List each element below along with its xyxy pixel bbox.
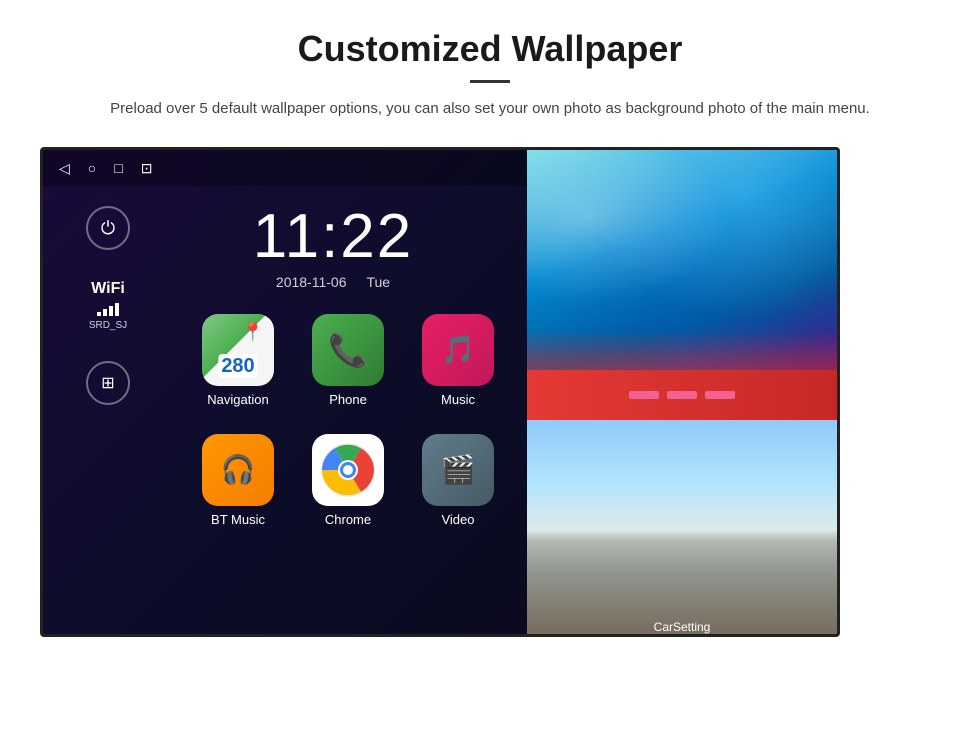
music-icon: 🎵 [441, 333, 476, 366]
title-divider [470, 80, 510, 83]
ice-overlay [527, 330, 837, 370]
music-icon-bg: 🎵 [422, 314, 494, 386]
app-music[interactable]: 🎵 Music [403, 300, 513, 420]
carsetting-label: CarSetting [654, 620, 711, 634]
video-label: Video [441, 512, 474, 527]
chrome-logo-svg [320, 442, 376, 498]
wallpaper-bar [527, 370, 837, 420]
clock-date-value: 2018-11-06 [276, 274, 347, 290]
video-icon: 🎬 [441, 453, 476, 486]
wallpaper-bridge[interactable]: CarSetting [527, 420, 837, 637]
wifi-label: WiFi [89, 280, 127, 298]
app-grid: 280 📍 Navigation 📞 Phone 🎵 Music [173, 290, 523, 550]
music-label: Music [441, 392, 475, 407]
nav-road-sign: 280 [218, 354, 257, 378]
phone-icon: 📞 [328, 331, 368, 369]
phone-icon-bg: 📞 [312, 314, 384, 386]
wifi-network-name: SRD_SJ [89, 320, 127, 331]
nav-buttons: ◁ ○ □ ⊡ [59, 160, 152, 177]
all-apps-button[interactable]: ⊞ [86, 361, 130, 405]
grid-icon: ⊞ [101, 373, 114, 393]
page-description: Preload over 5 default wallpaper options… [100, 97, 880, 121]
clock-date: 2018-11-06 Tue [193, 274, 473, 290]
power-button[interactable]: ⏻ [86, 206, 130, 250]
recents-icon[interactable]: □ [114, 160, 122, 176]
app-phone[interactable]: 📞 Phone [293, 300, 403, 420]
power-icon: ⏻ [101, 218, 115, 239]
chrome-icon-bg [312, 434, 384, 506]
wifi-bar-1 [97, 312, 101, 316]
screenshot-icon[interactable]: ⊡ [141, 160, 153, 177]
navigation-label: Navigation [207, 392, 268, 407]
clock-day-value: Tue [366, 274, 390, 290]
page-header: Customized Wallpaper Preload over 5 defa… [0, 0, 980, 137]
content-area: ◁ ○ □ ⊡ ⬧ ▲ 11:22 ⏻ WiFi [0, 137, 980, 637]
app-navigation[interactable]: 280 📍 Navigation [183, 300, 293, 420]
wifi-bar-3 [109, 306, 113, 316]
wifi-bars [89, 302, 127, 316]
clock-time: 11:22 [193, 206, 473, 268]
wallpaper-ice[interactable] [527, 150, 837, 370]
android-screen: ◁ ○ □ ⊡ ⬧ ▲ 11:22 ⏻ WiFi [40, 147, 840, 637]
app-chrome[interactable]: Chrome [293, 420, 403, 540]
bridge-detail [527, 486, 837, 637]
home-icon[interactable]: ○ [88, 160, 96, 176]
navigation-icon-bg: 280 📍 [202, 314, 274, 386]
nav-pin-icon: 📍 [242, 322, 264, 343]
phone-label: Phone [329, 392, 367, 407]
wallpaper-panel: CarSetting [527, 150, 837, 637]
app-video[interactable]: 🎬 Video [403, 420, 513, 540]
video-icon-bg: 🎬 [422, 434, 494, 506]
app-bt-music[interactable]: 🎧 BT Music [183, 420, 293, 540]
chrome-label: Chrome [325, 512, 371, 527]
wifi-widget: WiFi SRD_SJ [89, 280, 127, 331]
wifi-bar-2 [103, 309, 107, 316]
back-icon[interactable]: ◁ [59, 160, 70, 177]
pink-strip-3 [705, 391, 735, 399]
wifi-bar-4 [115, 303, 119, 316]
bluetooth-icon: 🎧 [221, 453, 256, 486]
page-title: Customized Wallpaper [80, 28, 900, 70]
pink-strip-2 [667, 391, 697, 399]
btmusic-icon-bg: 🎧 [202, 434, 274, 506]
left-sidebar: ⏻ WiFi SRD_SJ ⊞ [43, 186, 173, 634]
btmusic-label: BT Music [211, 512, 265, 527]
bridge-background [527, 420, 837, 637]
pink-strip [629, 391, 659, 399]
